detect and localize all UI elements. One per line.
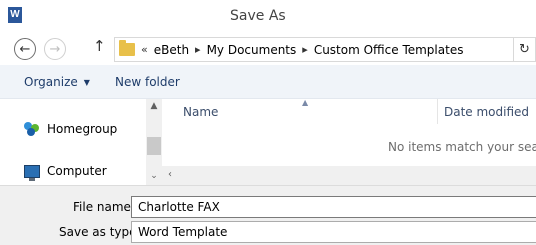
up-button[interactable]: ↑ <box>93 37 106 55</box>
breadcrumb-item-my-documents[interactable]: My Documents <box>207 43 297 57</box>
breadcrumb-item-ebeth[interactable]: eBeth <box>154 43 189 57</box>
new-folder-button[interactable]: New folder <box>115 75 180 89</box>
forward-arrow-icon: → <box>49 41 61 57</box>
navigation-pane: Homegroup Computer <box>0 99 146 185</box>
nav-pane-scrollbar[interactable]: ▲ ⌄ <box>146 99 162 185</box>
homegroup-icon <box>24 122 40 136</box>
chevron-right-icon[interactable]: ▸ <box>195 43 201 56</box>
chevron-right-icon[interactable]: ▸ <box>302 43 308 56</box>
window-title: Save As <box>230 8 286 24</box>
nav-item-homegroup[interactable]: Homegroup <box>24 122 117 136</box>
forward-button[interactable]: → <box>44 38 66 60</box>
organize-button[interactable]: Organize ▼ <box>24 75 90 89</box>
title-bar: W Save As <box>0 0 536 32</box>
breadcrumb-item-custom-office-templates[interactable]: Custom Office Templates <box>314 43 464 57</box>
command-bar: Organize ▼ New folder <box>0 65 536 99</box>
scrollbar-thumb[interactable] <box>147 137 161 155</box>
column-header-name[interactable]: Name <box>183 105 218 119</box>
file-name-input[interactable]: Charlotte FAX <box>131 196 536 218</box>
up-arrow-icon: ↑ <box>93 37 106 55</box>
save-form: File name: Charlotte FAX Save as type: W… <box>0 185 536 245</box>
save-as-type-select[interactable]: Word Template <box>131 221 536 243</box>
scroll-up-icon[interactable]: ▲ <box>146 101 162 111</box>
folder-icon <box>119 40 135 56</box>
back-arrow-icon: ← <box>19 41 31 57</box>
refresh-button[interactable]: ↻ <box>514 37 536 62</box>
back-button[interactable]: ← <box>14 38 36 60</box>
computer-icon <box>24 164 40 181</box>
scroll-left-icon[interactable]: ‹ <box>168 169 172 180</box>
sort-ascending-icon: ▲ <box>302 98 309 107</box>
file-name-label: File name: <box>73 200 135 214</box>
breadcrumb-overflow[interactable]: « <box>141 43 148 56</box>
nav-item-label: Homegroup <box>47 122 118 136</box>
empty-results-message: No items match your search. <box>388 140 536 154</box>
navigation-bar: ← → ↑ « eBeth ▸ My Documents ▸ Custom Of… <box>0 32 536 65</box>
refresh-icon: ↻ <box>519 42 530 57</box>
column-divider[interactable] <box>437 99 438 124</box>
organize-label: Organize <box>24 75 78 89</box>
column-header-date-modified[interactable]: Date modified <box>444 105 529 119</box>
scroll-down-icon[interactable]: ⌄ <box>146 171 162 181</box>
caret-down-icon: ▼ <box>83 78 90 87</box>
nav-item-label: Computer <box>47 164 107 178</box>
save-as-type-label: Save as type: <box>59 225 141 239</box>
address-bar[interactable]: « eBeth ▸ My Documents ▸ Custom Office T… <box>114 37 514 62</box>
file-list-horizontal-scrollbar[interactable]: ‹ <box>162 166 536 185</box>
nav-item-computer[interactable]: Computer <box>24 164 107 181</box>
